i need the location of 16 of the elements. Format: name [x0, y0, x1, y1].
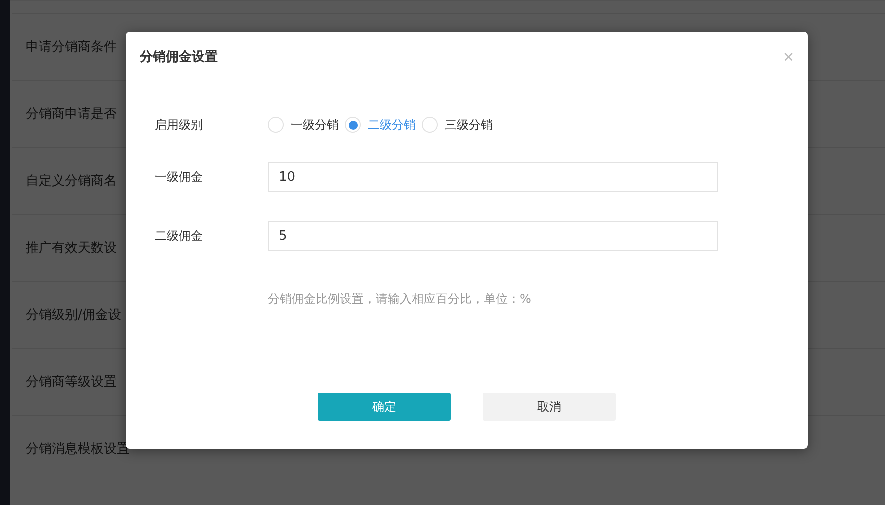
dialog-title: 分销佣金设置 [140, 49, 218, 66]
commission-input[interactable]: 5 [268, 221, 718, 251]
field-label: 一级佣金 [155, 168, 204, 186]
cancel-button[interactable]: 取消 [483, 393, 616, 421]
hint-text: 分销佣金比例设置，请输入相应百分比，单位：% [268, 290, 532, 308]
setting-label: 申请分销商条件 [26, 39, 117, 56]
setting-label: 分销商等级设置 [26, 374, 117, 391]
level-radio[interactable]: 三级分销 [422, 116, 493, 134]
setting-label: 推广有效天数设 [26, 240, 117, 257]
setting-label: 分销级别/佣金设 [26, 307, 122, 324]
field-label: 启用级别 [155, 116, 204, 134]
field-label: 二级佣金 [155, 228, 204, 244]
setting-label: 分销商申请是否 [26, 106, 117, 123]
level-radio[interactable]: 一级分销 [268, 116, 339, 134]
commission-input[interactable]: 10 [268, 162, 718, 192]
setting-label: 自定义分销商名 [26, 173, 117, 190]
